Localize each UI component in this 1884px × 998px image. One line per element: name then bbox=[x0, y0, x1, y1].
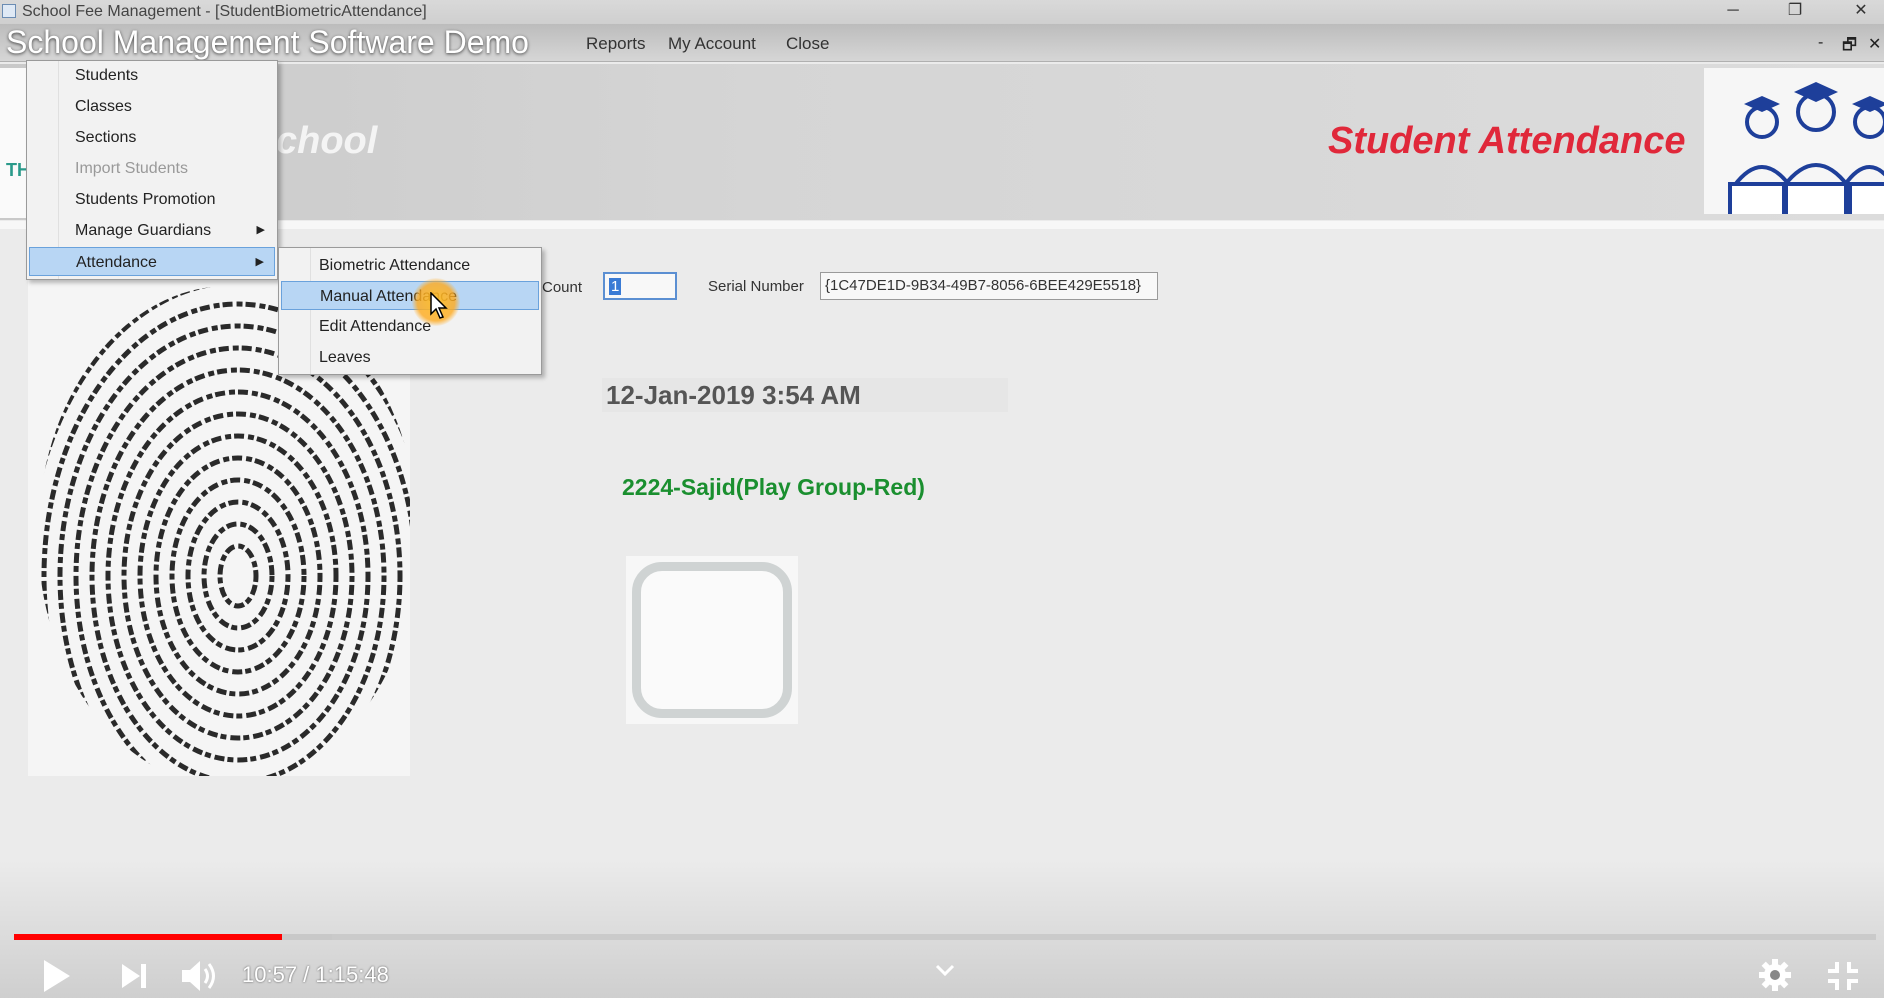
menu-item-label: Attendance bbox=[76, 254, 157, 271]
mdi-restore-button[interactable]: 🗗 bbox=[1842, 34, 1857, 61]
menu-item-manage-guardians[interactable]: Manage Guardians ▶ bbox=[29, 216, 275, 245]
play-icon[interactable] bbox=[40, 958, 72, 994]
window-titlebar: School Fee Management - [StudentBiometri… bbox=[0, 0, 1884, 24]
menu-item-students[interactable]: Students bbox=[29, 61, 275, 90]
graduates-illustration bbox=[1704, 68, 1884, 224]
video-time: 10:57 / 1:15:48 bbox=[242, 962, 389, 987]
students-menu: Students Classes Sections Import Student… bbox=[26, 60, 278, 280]
menu-item-classes[interactable]: Classes bbox=[29, 92, 275, 121]
volume-icon[interactable] bbox=[180, 958, 220, 994]
header-divider bbox=[0, 221, 1884, 229]
app-window: School Fee Management - [StudentBiometri… bbox=[0, 0, 1884, 998]
school-name: chool bbox=[276, 120, 378, 162]
student-photo bbox=[626, 556, 798, 724]
serial-number-label: Serial Number bbox=[708, 278, 804, 295]
photo-placeholder bbox=[632, 562, 792, 718]
header-banner: TH chool Student Attendance bbox=[0, 64, 1884, 224]
menu-item-sections[interactable]: Sections bbox=[29, 123, 275, 152]
chevron-down-icon[interactable] bbox=[934, 962, 956, 978]
school-logo: TH bbox=[0, 68, 30, 218]
count-label: Count bbox=[542, 279, 583, 296]
submenu-arrow-icon: ▶ bbox=[256, 224, 265, 236]
video-duration: 1:15:48 bbox=[315, 962, 389, 987]
video-played-bar bbox=[14, 934, 283, 940]
count-value: 1 bbox=[609, 278, 622, 295]
minimize-button[interactable]: ─ bbox=[1710, 0, 1756, 24]
exit-fullscreen-icon[interactable] bbox=[1826, 960, 1860, 992]
menu-my-account[interactable]: My Account bbox=[668, 34, 756, 54]
video-title: School Management Software Demo bbox=[6, 24, 529, 60]
menu-item-manual-attendance[interactable]: Manual Attendance bbox=[281, 281, 539, 310]
mouse-cursor-icon bbox=[430, 292, 448, 319]
menu-item-students-promotion[interactable]: Students Promotion bbox=[29, 185, 275, 214]
menu-item-biometric-attendance[interactable]: Biometric Attendance bbox=[281, 251, 539, 280]
menu-item-edit-attendance[interactable]: Edit Attendance bbox=[281, 312, 539, 341]
menu-item-attendance[interactable]: Attendance ▶ bbox=[29, 247, 275, 276]
menu-close[interactable]: Close bbox=[786, 34, 829, 54]
attendance-datetime: 12-Jan-2019 3:54 AM bbox=[602, 378, 1008, 412]
close-button[interactable]: ✕ bbox=[1838, 0, 1884, 24]
page-title: Student Attendance bbox=[1328, 120, 1686, 162]
menu-item-import-students: Import Students bbox=[75, 160, 188, 177]
mdi-minimize-button[interactable]: - bbox=[1818, 34, 1823, 52]
submenu-arrow-icon: ▶ bbox=[255, 256, 264, 268]
menu-reports[interactable]: Reports bbox=[586, 34, 646, 54]
app-icon bbox=[2, 4, 16, 18]
restore-button[interactable]: ❐ bbox=[1772, 0, 1818, 24]
attendance-submenu: Biometric Attendance Manual Attendance E… bbox=[278, 247, 542, 375]
student-info: 2224-Sajid(Play Group-Red) bbox=[622, 474, 925, 500]
mdi-close-button[interactable]: ✕ bbox=[1868, 34, 1881, 54]
menu-item-leaves[interactable]: Leaves bbox=[281, 343, 539, 372]
serial-number-field[interactable]: {1C47DE1D-9B34-49B7-8056-6BEE429E5518} bbox=[820, 272, 1158, 300]
gear-icon[interactable] bbox=[1758, 958, 1792, 992]
next-icon[interactable] bbox=[120, 962, 148, 990]
count-input[interactable]: 1 bbox=[603, 272, 677, 300]
menu-item-label: Manage Guardians bbox=[75, 222, 212, 239]
window-title: School Fee Management - [StudentBiometri… bbox=[22, 3, 427, 20]
current-time: 10:57 bbox=[242, 962, 298, 987]
